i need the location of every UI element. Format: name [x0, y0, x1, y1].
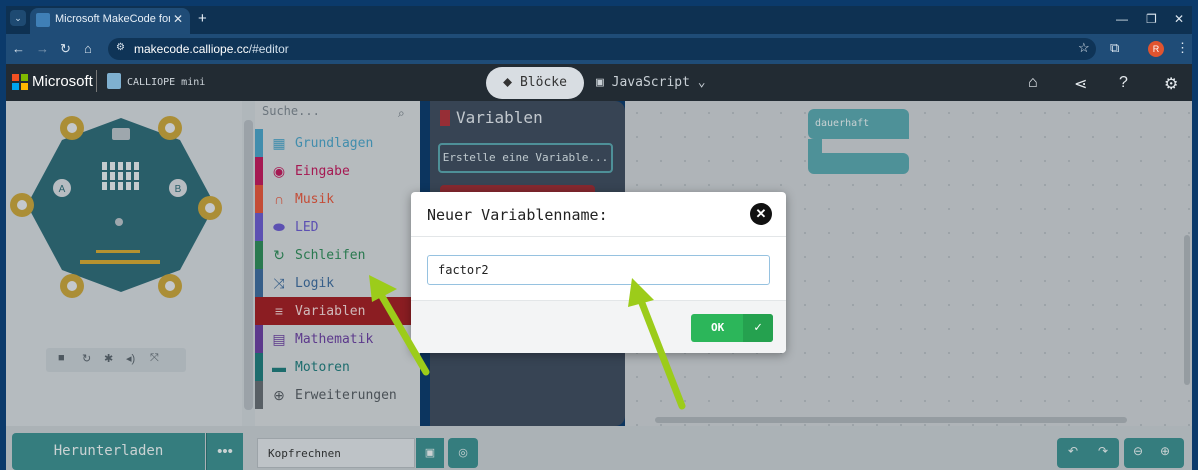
annotation-arrows	[369, 275, 686, 410]
arrow-to-variablen	[376, 289, 430, 376]
arrow-to-name-input	[636, 294, 686, 410]
arrow-head-name-input	[628, 278, 654, 307]
